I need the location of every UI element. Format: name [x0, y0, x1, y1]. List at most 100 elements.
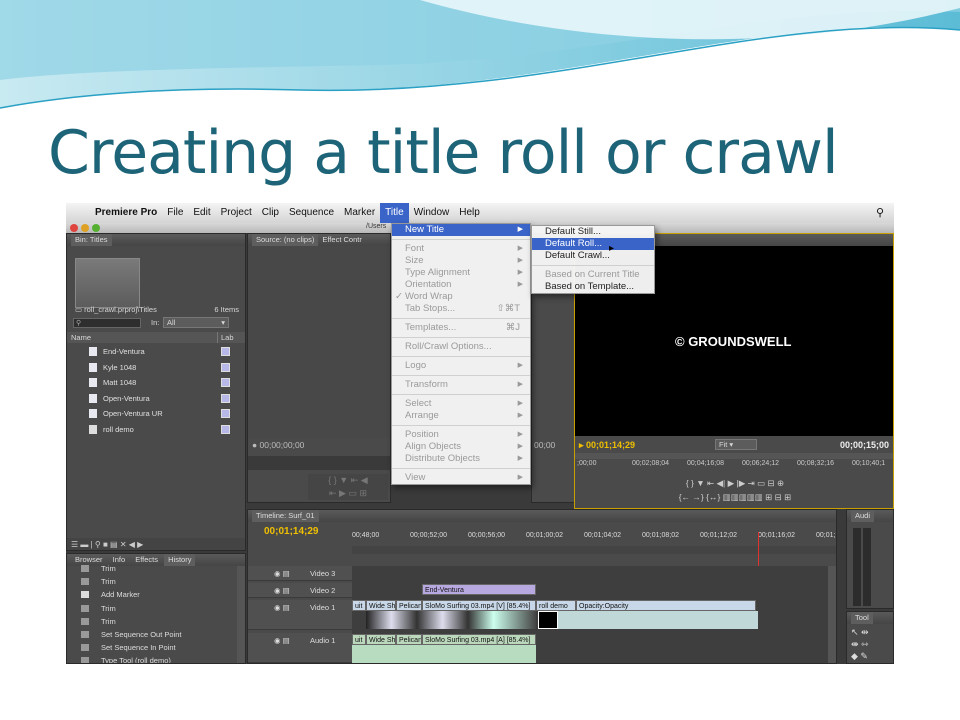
zoom-window-icon[interactable] [92, 224, 100, 232]
track-header[interactable]: ◉ ▤ Video 3 [248, 566, 352, 581]
eye-icon[interactable]: ◉ ▤ [274, 566, 290, 581]
bin-search-input[interactable]: ⚲ [73, 318, 141, 328]
history-step[interactable]: Set Sequence In Point [67, 641, 239, 654]
label-color-swatch[interactable] [221, 347, 230, 356]
clip-a1-wide-shot[interactable]: Wide Sh [366, 634, 396, 645]
history-scrollbar[interactable] [237, 566, 245, 663]
tab-bin-titles[interactable]: Bin: Titles [71, 234, 112, 246]
menu-marker[interactable]: Marker [339, 203, 380, 223]
minimize-window-icon[interactable] [81, 224, 89, 232]
col-label[interactable]: Lab [217, 332, 234, 343]
trim-icon [81, 565, 89, 572]
history-step[interactable]: Type Tool (roll demo) [67, 654, 239, 663]
bin-item[interactable]: Open-Ventura [67, 391, 237, 406]
tab-audio-meters[interactable]: Audi [851, 510, 875, 522]
menu-help[interactable]: Help [454, 203, 485, 223]
fit-dropdown[interactable]: Fit ▾ [715, 439, 757, 450]
bin-in-dropdown[interactable]: All ▾ [163, 317, 229, 328]
history-step[interactable]: Add Marker [67, 588, 239, 601]
tab-effect-controls[interactable]: Effect Contr [318, 234, 365, 246]
history-step[interactable]: Trim [67, 602, 239, 615]
tab-source[interactable]: Source: (no clips) [252, 234, 319, 246]
menu-item[interactable]: Position ▶ [392, 429, 530, 441]
menu-title[interactable]: Title [380, 203, 409, 223]
clip-a1-pelican[interactable]: Pelican [396, 634, 422, 645]
program-zoom-bar[interactable] [575, 453, 893, 459]
bin-toolbar-icons[interactable]: ☰ ▬ | ⚲ ■ ▤ ✕ ◀ ▶ [71, 540, 143, 549]
label-color-swatch[interactable] [221, 409, 230, 418]
menu-sequence[interactable]: Sequence [284, 203, 339, 223]
source-transport-controls[interactable]: { } ▼ ⇤ ◀ ⇤ ▶ ▭ ⊞ [308, 474, 388, 500]
label-color-swatch[interactable] [221, 424, 230, 434]
menu-item[interactable]: Type Alignment ▶ [392, 267, 530, 279]
menu-item[interactable]: Font ▶ [392, 243, 530, 255]
menu-item[interactable]: View ▶ [392, 472, 530, 484]
close-window-icon[interactable] [70, 224, 78, 232]
a1-waveform [352, 645, 536, 663]
track-header[interactable]: ◉ ▤ Audio 1 [248, 633, 352, 663]
bin-item[interactable]: End-Ventura [67, 344, 237, 359]
label-color-swatch[interactable] [221, 393, 230, 403]
bin-item[interactable]: Matt 1048 [67, 375, 237, 390]
history-step[interactable]: Set Sequence Out Point [67, 628, 239, 641]
menu-project[interactable]: Project [216, 203, 257, 223]
tab-tools[interactable]: Tool [851, 612, 873, 624]
menu-window[interactable]: Window [409, 203, 455, 223]
menu-clip[interactable]: Clip [257, 203, 284, 223]
menu-item[interactable]: Logo ▶ [392, 360, 530, 372]
tab-timeline[interactable]: Timeline: Surf_01 [252, 510, 319, 522]
menu-item[interactable]: Arrange ▶ [392, 410, 530, 422]
eye-icon[interactable]: ◉ ▤ [274, 583, 290, 598]
timeline-work-area-bar[interactable] [352, 546, 836, 554]
program-ruler[interactable]: ;00;00 00;02;08;04 00;04;16;08 00;06;24;12 0… [575, 460, 893, 472]
track-header[interactable]: ◉ ▤ Video 2 [248, 583, 352, 598]
menu-item[interactable]: Distribute Objects ▶ [392, 453, 530, 465]
label-color-swatch[interactable] [221, 362, 230, 372]
col-name[interactable]: Name [71, 332, 91, 343]
menu-item[interactable]: Based on Current Title [532, 269, 654, 281]
clip-v1-roll-demo[interactable]: roll demo [536, 600, 576, 611]
clip-v1-opacity[interactable]: Opacity:Opacity [576, 600, 756, 611]
timeline-scrollbar[interactable] [828, 566, 836, 663]
menu-item[interactable]: Size ▶ [392, 255, 530, 267]
history-step[interactable]: Trim [67, 615, 239, 628]
menu-item[interactable]: Align Objects ▶ [392, 441, 530, 453]
clip-v1-wide-shot[interactable]: Wide Sh [366, 600, 396, 611]
history-step[interactable]: Trim [67, 562, 239, 575]
bin-item[interactable]: Kyle 1048 [67, 360, 237, 375]
clip-v1-uit[interactable]: uit [352, 600, 366, 611]
menu-item[interactable]: Default Crawl... [532, 250, 654, 262]
history-step[interactable]: Trim [67, 575, 239, 588]
clip-end-ventura[interactable]: End-Ventura [422, 584, 536, 595]
clip-a1-uit[interactable]: uit [352, 634, 366, 645]
clip-v1-slomo[interactable]: SloMo Surfing 03.mp4 [V] [85.4%] [422, 600, 536, 611]
eye-icon[interactable]: ◉ ▤ [274, 633, 290, 648]
timeline-ruler[interactable]: 00;48;00 00;00;52;00 00;00;56;00 00;01;00;0… [352, 532, 836, 544]
clip-a1-slomo[interactable]: SloMo Surfing 03.mp4 [A] [85.4%] [422, 634, 536, 645]
menu-item[interactable]: Roll/Crawl Options... [392, 341, 530, 353]
track-header[interactable]: ◉ ▤ Video 1 [248, 600, 352, 630]
menu-item[interactable]: New Title ▶ [392, 224, 530, 236]
spotlight-search-icon[interactable]: ⚲ [876, 206, 884, 219]
menu-item[interactable]: Orientation ▶ [392, 279, 530, 291]
bin-item[interactable]: roll demo [67, 422, 237, 437]
menu-item[interactable]: ✓ Word Wrap [392, 291, 530, 303]
bin-item[interactable]: Open-Ventura UR [67, 406, 237, 421]
program-transport-controls[interactable]: { } ▼ ⇤ ◀| ▶ |▶ ⇥ ▭ ⊟ ⊕ {← →} {↔} ▥▥▥▥▥ ⊞… [635, 476, 835, 506]
clip-v1-pelican[interactable]: Pelican [396, 600, 422, 611]
app-menu[interactable]: Premiere Pro [90, 203, 162, 223]
eye-icon[interactable]: ◉ ▤ [274, 600, 290, 615]
menu-file[interactable]: File [162, 203, 188, 223]
menu-edit[interactable]: Edit [188, 203, 215, 223]
menu-item[interactable]: Default Still... [532, 226, 654, 238]
menu-item[interactable]: Based on Template... [532, 281, 654, 293]
trim-icon [81, 578, 89, 586]
tools-icons[interactable]: ↖ ⇹ ⇼ ⇿ ◆ ✎ [851, 626, 869, 662]
menu-item[interactable]: Templates... ⌘J [392, 322, 530, 334]
menu-item[interactable]: Select ▶ [392, 398, 530, 410]
label-color-swatch[interactable] [221, 378, 230, 387]
source-scrubber[interactable] [248, 456, 390, 470]
menu-item[interactable]: Tab Stops... ⇧⌘T [392, 303, 530, 315]
menu-item[interactable]: Transform ▶ [392, 379, 530, 391]
menu-item[interactable]: Default Roll... [532, 238, 654, 250]
